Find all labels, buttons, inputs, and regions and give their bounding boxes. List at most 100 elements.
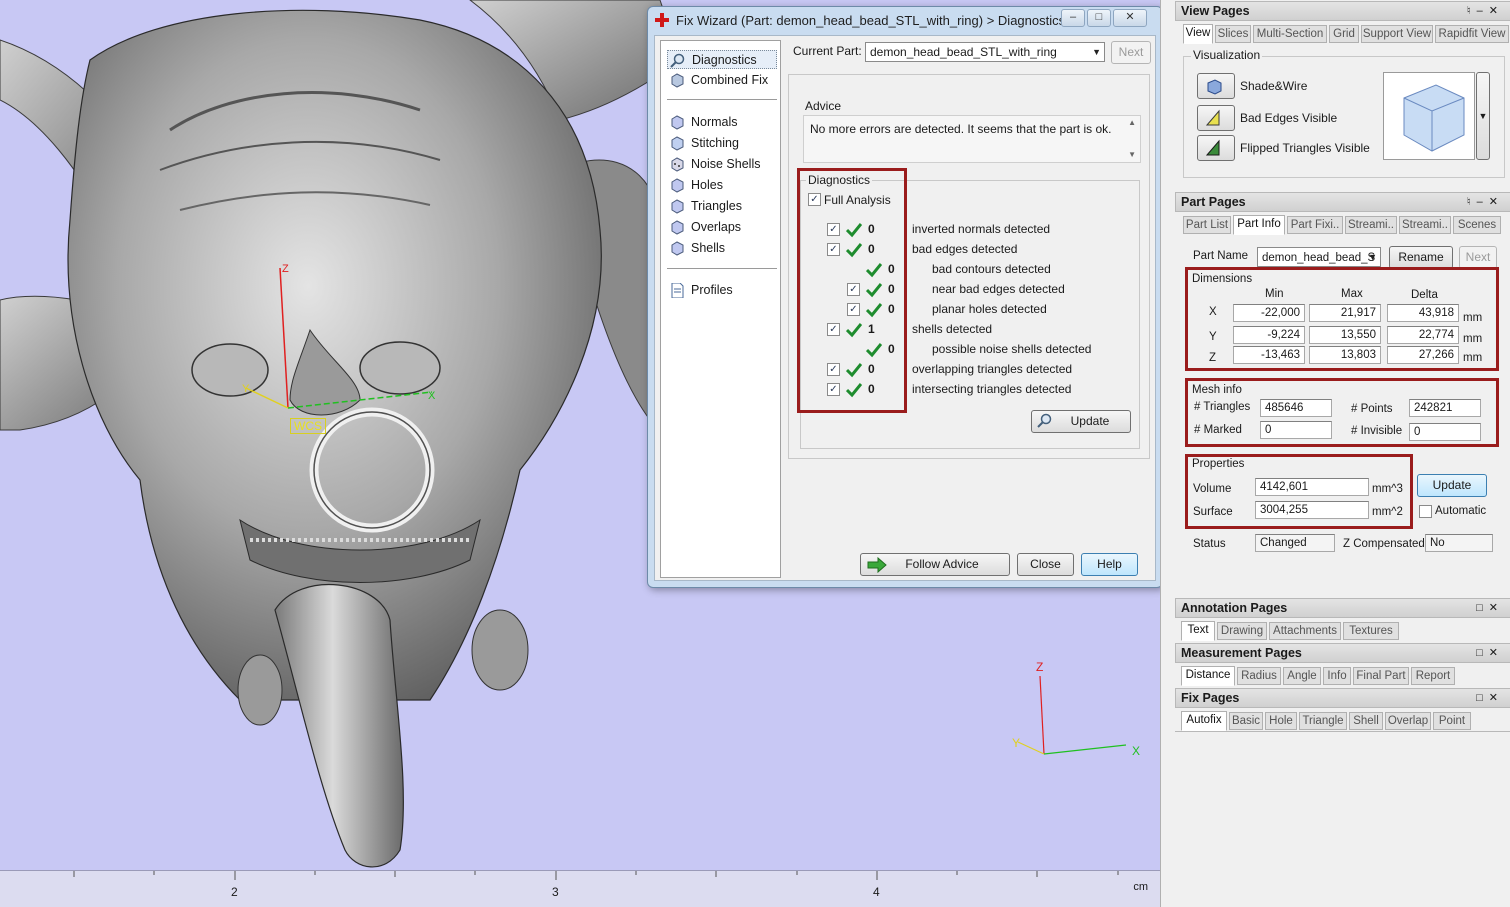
scroll-down-icon[interactable]: ▼: [1128, 150, 1136, 159]
maximize-button[interactable]: □: [1087, 9, 1111, 27]
intersecting-triangles-checkbox[interactable]: ✓: [827, 383, 840, 396]
dialog-client: Diagnostics Combined Fix Normals Stitchi…: [654, 35, 1156, 581]
tab-final-part[interactable]: Final Part: [1353, 667, 1409, 685]
tab-multi-section[interactable]: Multi-Section: [1253, 25, 1327, 43]
nav-item-shells[interactable]: Shells: [667, 239, 777, 258]
part-next-button[interactable]: Next: [1459, 246, 1497, 269]
scroll-up-icon[interactable]: ▲: [1128, 118, 1136, 127]
volume-value: 4142,601: [1255, 478, 1369, 496]
tab-streamics-2[interactable]: Streami..: [1399, 216, 1451, 234]
check-icon: [846, 323, 862, 338]
follow-advice-label: Follow Advice: [905, 557, 979, 571]
view-cube-dropdown[interactable]: ▼: [1476, 72, 1490, 160]
nav-item-triangles[interactable]: Triangles: [667, 197, 777, 216]
annotation-pages-header[interactable]: Annotation Pages □✕: [1175, 598, 1510, 618]
tab-part-info[interactable]: Part Info: [1233, 215, 1285, 235]
automatic-checkbox[interactable]: [1419, 505, 1432, 518]
dim-y-max: 13,550: [1309, 326, 1381, 344]
view-cube[interactable]: [1383, 72, 1475, 160]
dialog-titlebar[interactable]: Fix Wizard (Part: demon_head_bead_STL_wi…: [648, 7, 1162, 33]
tab-angle[interactable]: Angle: [1283, 667, 1321, 685]
part-pages-header[interactable]: Part Pages ♮–✕: [1175, 192, 1510, 212]
tab-distance[interactable]: Distance: [1181, 666, 1235, 686]
tab-rapidfit-view[interactable]: Rapidfit View: [1435, 25, 1509, 43]
marked-value: 0: [1260, 421, 1332, 439]
dialog-title: Fix Wizard (Part: demon_head_bead_STL_wi…: [676, 13, 1066, 28]
diag-label: near bad edges detected: [932, 282, 1065, 296]
ruler: 2 3 4 cm: [0, 870, 1160, 907]
view-pages-header[interactable]: View Pages ♮–✕: [1175, 1, 1510, 21]
fix-pages-header[interactable]: Fix Pages □✕: [1175, 688, 1510, 708]
tab-hole[interactable]: Hole: [1265, 712, 1297, 730]
close-window-button[interactable]: ✕: [1113, 9, 1147, 27]
tab-support-view[interactable]: Support View: [1361, 25, 1433, 43]
float-close-icons[interactable]: □✕: [1476, 689, 1504, 707]
current-part-select[interactable]: demon_head_bead_STL_with_ring ▼: [865, 42, 1105, 62]
flipped-triangles-icon: [1205, 139, 1220, 156]
tab-text[interactable]: Text: [1181, 621, 1215, 641]
tab-autofix[interactable]: Autofix: [1181, 711, 1227, 731]
pin-close-icons[interactable]: ♮–✕: [1467, 193, 1504, 211]
tab-view[interactable]: View: [1183, 24, 1213, 44]
flipped-triangles-visible-button[interactable]: [1197, 135, 1235, 161]
tab-info[interactable]: Info: [1323, 667, 1351, 685]
surface-label: Surface: [1193, 506, 1233, 518]
nav-item-holes[interactable]: Holes: [667, 176, 777, 195]
full-analysis-checkbox[interactable]: ✓: [808, 193, 821, 206]
tab-triangle[interactable]: Triangle: [1299, 712, 1347, 730]
nav-item-stitching[interactable]: Stitching: [667, 134, 777, 153]
close-button[interactable]: Close: [1017, 553, 1074, 576]
nav-item-noise-shells[interactable]: Noise Shells: [667, 155, 777, 174]
nav-item-normals[interactable]: Normals: [667, 113, 777, 132]
nav-separator: [667, 268, 777, 269]
tab-basic[interactable]: Basic: [1229, 712, 1263, 730]
volume-unit: mm^3: [1372, 483, 1403, 495]
diagnostics-update-button[interactable]: Update: [1031, 410, 1131, 433]
properties-update-button[interactable]: Update: [1417, 474, 1487, 497]
tab-streamics-1[interactable]: Streami..: [1345, 216, 1397, 234]
tab-slices[interactable]: Slices: [1215, 25, 1251, 43]
shells-checkbox[interactable]: ✓: [827, 323, 840, 336]
near-bad-edges-checkbox[interactable]: ✓: [847, 283, 860, 296]
tab-attachments[interactable]: Attachments: [1269, 622, 1341, 640]
pin-close-icons[interactable]: ♮–✕: [1467, 2, 1504, 20]
shade-wire-icon: [1207, 79, 1222, 95]
bad-edges-visible-button[interactable]: [1197, 105, 1235, 131]
part-name-select[interactable]: demon_head_bead_S ▼: [1257, 247, 1381, 267]
nav-item-profiles[interactable]: Profiles: [667, 281, 777, 300]
follow-advice-button[interactable]: Follow Advice: [860, 553, 1010, 576]
overlaps-cube-icon: [671, 220, 684, 235]
ruler-ticks: [73, 871, 1119, 880]
tab-part-fixing[interactable]: Part Fixi..: [1287, 216, 1343, 234]
measurement-pages-header[interactable]: Measurement Pages □✕: [1175, 643, 1510, 663]
float-close-icons[interactable]: □✕: [1476, 644, 1504, 662]
tab-report[interactable]: Report: [1411, 667, 1455, 685]
tab-shell[interactable]: Shell: [1349, 712, 1383, 730]
nav-item-diagnostics[interactable]: Diagnostics: [667, 50, 777, 69]
tab-scenes[interactable]: Scenes: [1453, 216, 1501, 234]
overlapping-triangles-checkbox[interactable]: ✓: [827, 363, 840, 376]
tab-grid[interactable]: Grid: [1329, 25, 1359, 43]
tab-textures[interactable]: Textures: [1343, 622, 1399, 640]
shade-wire-button[interactable]: [1197, 73, 1235, 99]
triad-y-label: Y: [1012, 736, 1021, 750]
red-cross-icon: [655, 13, 669, 27]
tab-radius[interactable]: Radius: [1237, 667, 1281, 685]
inverted-normals-checkbox[interactable]: ✓: [827, 223, 840, 236]
rename-button[interactable]: Rename: [1389, 246, 1453, 269]
float-close-icons[interactable]: □✕: [1476, 599, 1504, 617]
next-button[interactable]: Next: [1111, 41, 1151, 64]
help-button[interactable]: Help: [1081, 553, 1138, 576]
minimize-button[interactable]: –: [1061, 9, 1085, 27]
diag-label: inverted normals detected: [912, 222, 1051, 236]
tab-overlap[interactable]: Overlap: [1385, 712, 1431, 730]
planar-holes-checkbox[interactable]: ✓: [847, 303, 860, 316]
nav-item-overlaps[interactable]: Overlaps: [667, 218, 777, 237]
tab-point[interactable]: Point: [1433, 712, 1471, 730]
points-label: # Points: [1351, 403, 1393, 415]
bad-edges-checkbox[interactable]: ✓: [827, 243, 840, 256]
nav-item-combined-fix[interactable]: Combined Fix: [667, 71, 777, 90]
wcs-z-label: Z: [282, 263, 289, 275]
tab-part-list[interactable]: Part List: [1183, 216, 1231, 234]
tab-drawing[interactable]: Drawing: [1217, 622, 1267, 640]
